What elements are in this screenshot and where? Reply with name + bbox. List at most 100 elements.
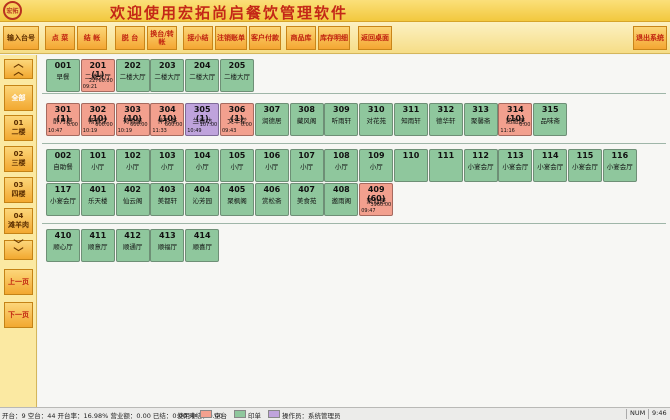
table-tile[interactable]: 303 (10) 荷香屋 600.00 10:19: [115, 103, 150, 136]
table-open-time: 10:19: [117, 128, 133, 134]
table-tile[interactable]: 105 小厅: [220, 149, 254, 182]
table-name: 二楼大厅: [154, 73, 181, 81]
table-tile[interactable]: 108 小厅: [324, 149, 359, 182]
table-tile[interactable]: 315 品味斋: [533, 103, 568, 136]
floor-all-button[interactable]: 全部: [4, 85, 33, 111]
table-name: 顺心厅: [53, 243, 73, 251]
table-tile[interactable]: 113 小宴会厅: [498, 149, 533, 182]
table-tile[interactable]: 304 (10) 伴月斋 600.00 11:33: [150, 103, 185, 136]
legend-reserved-label: 印单: [248, 412, 261, 420]
table-tile[interactable]: 110: [394, 149, 428, 182]
table-number: 115: [576, 151, 594, 160]
table-number: 413: [159, 231, 176, 240]
table-tile[interactable]: 403 美都轩: [150, 183, 185, 216]
status-num: NUM: [626, 409, 645, 419]
legend-free-label: 空台: [214, 412, 227, 420]
table-tile[interactable]: 402 仙云阁: [115, 183, 150, 216]
table-tile[interactable]: 301 (1) 醉月居 0.00 10:47: [46, 103, 80, 136]
table-tile[interactable]: 112 小宴会厅: [463, 149, 498, 182]
floor-button-02[interactable]: 02 三楼: [4, 146, 33, 172]
table-name: 小宴会厅: [50, 197, 76, 205]
merge-button[interactable]: 脱 台: [115, 26, 145, 50]
table-tile[interactable]: 201 (1) 二楼大厅 22760.00 09:21: [80, 59, 115, 92]
section-divider: [42, 223, 666, 224]
table-tile[interactable]: 308 藏风阁: [289, 103, 324, 136]
table-tile[interactable]: 312 德华轩: [428, 103, 463, 136]
table-tile[interactable]: 405 聚枫阁: [220, 183, 254, 216]
table-tile[interactable]: 116 小宴会厅: [602, 149, 637, 182]
table-tile[interactable]: 115 小宴会厅: [568, 149, 602, 182]
table-tile[interactable]: 401 乐天楼: [80, 183, 115, 216]
table-number: 204: [193, 61, 211, 70]
table-tile[interactable]: 413 顺福厅: [150, 229, 185, 262]
table-number: 308: [298, 105, 315, 114]
table-tile[interactable]: 313 聚馨斋: [463, 103, 498, 136]
prev-page-button[interactable]: 上一页: [4, 269, 33, 295]
customer-payment-button[interactable]: 客户付款: [249, 26, 281, 50]
table-tile[interactable]: 414 顺喜厅: [185, 229, 220, 262]
table-tile[interactable]: 001 早餐: [46, 59, 80, 92]
table-tile[interactable]: 117 小宴会厅: [46, 183, 80, 216]
table-tile[interactable]: 109 小厅: [359, 149, 394, 182]
back-desktop-button[interactable]: 返回桌面: [358, 26, 392, 50]
stock-detail-button[interactable]: 库存明细: [318, 26, 350, 50]
table-tile[interactable]: 302 (10) 畅春堂 600.00 10:19: [80, 103, 115, 136]
table-tile[interactable]: 203 二楼大厅: [150, 59, 185, 92]
table-amount: 0.00: [240, 122, 252, 128]
table-open-time: 11:33: [152, 128, 167, 134]
table-name: 乐天楼: [88, 197, 108, 205]
table-tile[interactable]: 404 沁芳园: [185, 183, 220, 216]
order-button[interactable]: 点 菜: [45, 26, 75, 50]
table-tile[interactable]: 314 (10) 涵雅居 0.00 11:16: [498, 103, 533, 136]
table-tile[interactable]: 306 (1) 文华堂 0.00 09:43: [220, 103, 254, 136]
table-tile[interactable]: 311 知雨轩: [394, 103, 428, 136]
table-tile[interactable]: 202 二楼大厅: [115, 59, 150, 92]
table-tile[interactable]: 106 小厅: [254, 149, 289, 182]
table-name: 早餐: [56, 73, 70, 81]
table-tile[interactable]: 310 对花苑: [359, 103, 394, 136]
cancel-bill-button[interactable]: 注销账单: [215, 26, 247, 50]
table-tile[interactable]: 104 小厅: [185, 149, 220, 182]
floor-button-03[interactable]: 03 四楼: [4, 177, 33, 203]
table-tile[interactable]: 305 (1) 兰香坊 107.00 10:49: [185, 103, 220, 136]
next-page-button[interactable]: 下一页: [4, 302, 33, 328]
table-tile[interactable]: 411 顺意厅: [80, 229, 115, 262]
table-tile[interactable]: 111: [428, 149, 463, 182]
floor-button-04[interactable]: 04 滩羊肉: [4, 208, 33, 234]
scroll-down-button[interactable]: ﹀ ﹀: [4, 240, 33, 260]
goods-button[interactable]: 商品库: [286, 26, 316, 50]
enter-table-button[interactable]: 输入台号: [3, 26, 39, 50]
table-tile[interactable]: 102 小厅: [115, 149, 150, 182]
table-open-time: 10:49: [187, 128, 202, 134]
table-tile[interactable]: 410 顺心厅: [46, 229, 80, 262]
table-tile[interactable]: 406 赏松斋: [254, 183, 289, 216]
table-tile[interactable]: 309 听雨轩: [324, 103, 359, 136]
table-tile[interactable]: 101 小厅: [80, 149, 115, 182]
table-tile[interactable]: 205 二楼大厅: [220, 59, 254, 92]
exit-button[interactable]: 退出系统: [633, 26, 667, 50]
table-name: 小厅: [91, 163, 105, 171]
table-number: 406: [263, 185, 281, 194]
table-tile[interactable]: 412 顺通厅: [115, 229, 150, 262]
swap-table-button[interactable]: 换台/转帐: [147, 26, 177, 50]
scroll-up-button[interactable]: ︿ ︿: [4, 59, 33, 79]
table-name: 赏松斋: [262, 197, 282, 205]
table-tile[interactable]: 307 润德居: [254, 103, 289, 136]
table-name: 邀雨阁: [331, 197, 352, 205]
table-tile[interactable]: 408 邀雨阁: [324, 183, 359, 216]
table-tile[interactable]: 409 (60) 聚仙居 3960.00 09:47: [359, 183, 394, 216]
table-open-time: 09:47: [361, 208, 376, 214]
table-tile[interactable]: 107 小厅: [289, 149, 324, 182]
table-tile[interactable]: 407 美食苑: [289, 183, 324, 216]
table-name: 美都轩: [157, 197, 178, 205]
table-number: 310: [367, 105, 385, 114]
summary-button[interactable]: 接小结: [183, 26, 213, 50]
table-name: 听雨轩: [331, 117, 352, 125]
table-tile[interactable]: 002 自助餐: [46, 149, 80, 182]
table-number: 311: [402, 105, 420, 114]
floor-button-01[interactable]: 01 二楼: [4, 115, 33, 141]
table-tile[interactable]: 103 小厅: [150, 149, 185, 182]
table-tile[interactable]: 114 小宴会厅: [533, 149, 568, 182]
table-tile[interactable]: 204 二楼大厅: [185, 59, 220, 92]
checkout-button[interactable]: 结 帐: [77, 26, 107, 50]
